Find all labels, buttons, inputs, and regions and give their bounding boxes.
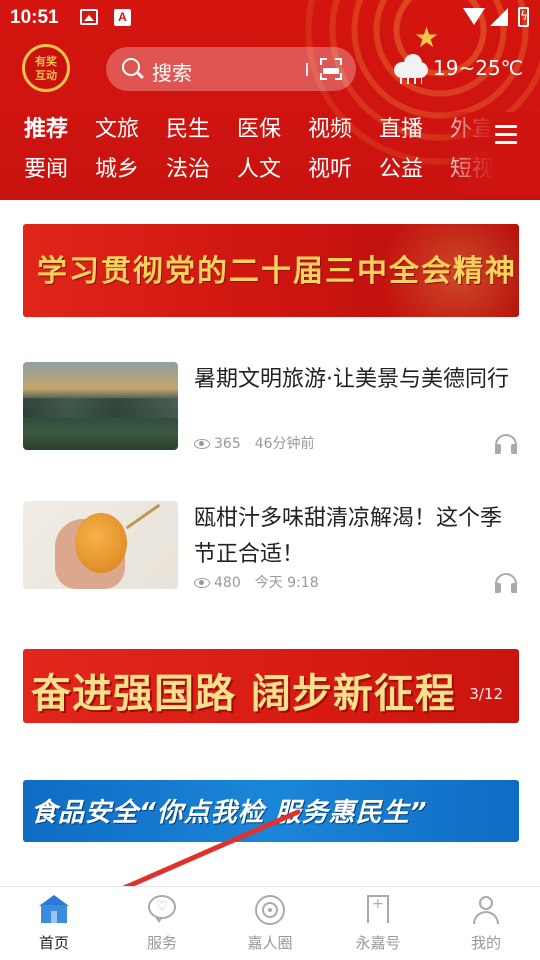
search-icon bbox=[122, 58, 140, 76]
banner-middle-text: 奋进强国路 阔步新征程 bbox=[31, 671, 456, 717]
news-time: 今天 9:18 bbox=[254, 575, 319, 591]
tab-medical-insurance[interactable]: 医保 bbox=[237, 112, 281, 148]
tab-law[interactable]: 法治 bbox=[166, 152, 210, 188]
menu-icon[interactable] bbox=[495, 125, 517, 145]
banner-carousel[interactable]: 奋进强国路 阔步新征程 3/12 bbox=[23, 649, 519, 723]
nav-circle[interactable]: 嘉人圈 bbox=[216, 887, 324, 960]
news-views: 365 bbox=[214, 436, 241, 452]
weather-temperature[interactable]: 19~25℃ bbox=[433, 56, 523, 80]
news-item[interactable]: 瓯柑汁多味甜清凉解渴！这个季节正合适！ 480 今天 9:18 bbox=[23, 501, 519, 593]
eye-icon bbox=[194, 439, 210, 449]
me-icon bbox=[471, 895, 501, 925]
tab-urban-rural[interactable]: 城乡 bbox=[95, 152, 139, 188]
banner-plenary-session[interactable]: 学习贯彻党的二十届三中全会精神 bbox=[23, 224, 519, 317]
circle-icon bbox=[255, 895, 285, 925]
tab-live[interactable]: 直播 bbox=[379, 112, 423, 148]
tab-audiovisual[interactable]: 视听 bbox=[308, 152, 352, 188]
badge-line-2: 互动 bbox=[35, 69, 57, 82]
cloud-rain-icon bbox=[392, 52, 430, 84]
tab-charity[interactable]: 公益 bbox=[379, 152, 423, 188]
nav-me[interactable]: 我的 bbox=[432, 887, 540, 960]
news-meta: 365 46分钟前 bbox=[194, 436, 315, 452]
nav-home[interactable]: 首页 bbox=[0, 887, 108, 960]
tab-humanities[interactable]: 人文 bbox=[237, 152, 281, 188]
tab-recommend[interactable]: 推荐 bbox=[24, 112, 68, 148]
news-title: 瓯柑汁多味甜清凉解渴！这个季节正合适！ bbox=[194, 506, 503, 567]
nav-label: 我的 bbox=[470, 934, 501, 952]
scan-icon[interactable] bbox=[320, 58, 342, 80]
tab-video[interactable]: 视频 bbox=[308, 112, 352, 148]
wifi-icon bbox=[463, 8, 485, 25]
search-placeholder: 搜索 bbox=[152, 61, 192, 85]
signal-icon bbox=[490, 8, 508, 26]
banner-top-text: 学习贯彻党的二十届三中全会精神 bbox=[37, 254, 517, 289]
prize-interaction-badge[interactable]: 有奖 互动 bbox=[22, 44, 70, 92]
banner-food-safety[interactable]: 食品安全“你点我检 服务惠民生” bbox=[23, 780, 519, 842]
headphones-icon[interactable] bbox=[495, 434, 517, 454]
eye-icon bbox=[194, 578, 210, 588]
service-icon: ♡ bbox=[147, 895, 177, 925]
bookmark-icon: + bbox=[363, 895, 393, 925]
nav-label: 永嘉号 bbox=[355, 934, 401, 952]
news-item[interactable]: 暑期文明旅游·让美景与美德同行 365 46分钟前 bbox=[23, 362, 519, 454]
banner-bottom-text: 食品安全“你点我检 服务惠民生” bbox=[31, 798, 428, 828]
search-bar[interactable]: 搜索 bbox=[106, 47, 356, 91]
search-divider bbox=[306, 63, 308, 76]
news-thumbnail bbox=[23, 362, 178, 450]
tab-culture-tourism[interactable]: 文旅 bbox=[95, 112, 139, 148]
nav-label: 嘉人圈 bbox=[247, 934, 293, 952]
badge-line-1: 有奖 bbox=[35, 55, 57, 68]
news-views: 480 bbox=[214, 575, 241, 591]
app-notification-icon: A bbox=[114, 9, 131, 26]
headphones-icon[interactable] bbox=[495, 573, 517, 593]
news-time: 46分钟前 bbox=[254, 436, 315, 452]
status-bar: 10:51 A bbox=[0, 0, 540, 36]
home-icon bbox=[39, 895, 69, 925]
tab-livelihood[interactable]: 民生 bbox=[166, 112, 210, 148]
tab-fade-overlay bbox=[440, 112, 540, 196]
status-time: 10:51 bbox=[10, 7, 59, 28]
nav-yongjia-account[interactable]: + 永嘉号 bbox=[324, 887, 432, 960]
nav-label: 服务 bbox=[146, 934, 177, 952]
news-meta: 480 今天 9:18 bbox=[194, 575, 319, 591]
carousel-counter: 3/12 bbox=[469, 685, 503, 703]
gallery-notification-icon bbox=[80, 9, 98, 25]
bottom-nav: 首页 ♡ 服务 嘉人圈 + 永嘉号 我的 bbox=[0, 886, 540, 960]
battery-charging-icon bbox=[518, 7, 529, 27]
nav-label: 首页 bbox=[38, 934, 69, 952]
news-title: 暑期文明旅游·让美景与美德同行 bbox=[194, 367, 509, 392]
news-thumbnail bbox=[23, 501, 178, 589]
tab-headlines[interactable]: 要闻 bbox=[24, 152, 68, 188]
nav-service[interactable]: ♡ 服务 bbox=[108, 887, 216, 960]
